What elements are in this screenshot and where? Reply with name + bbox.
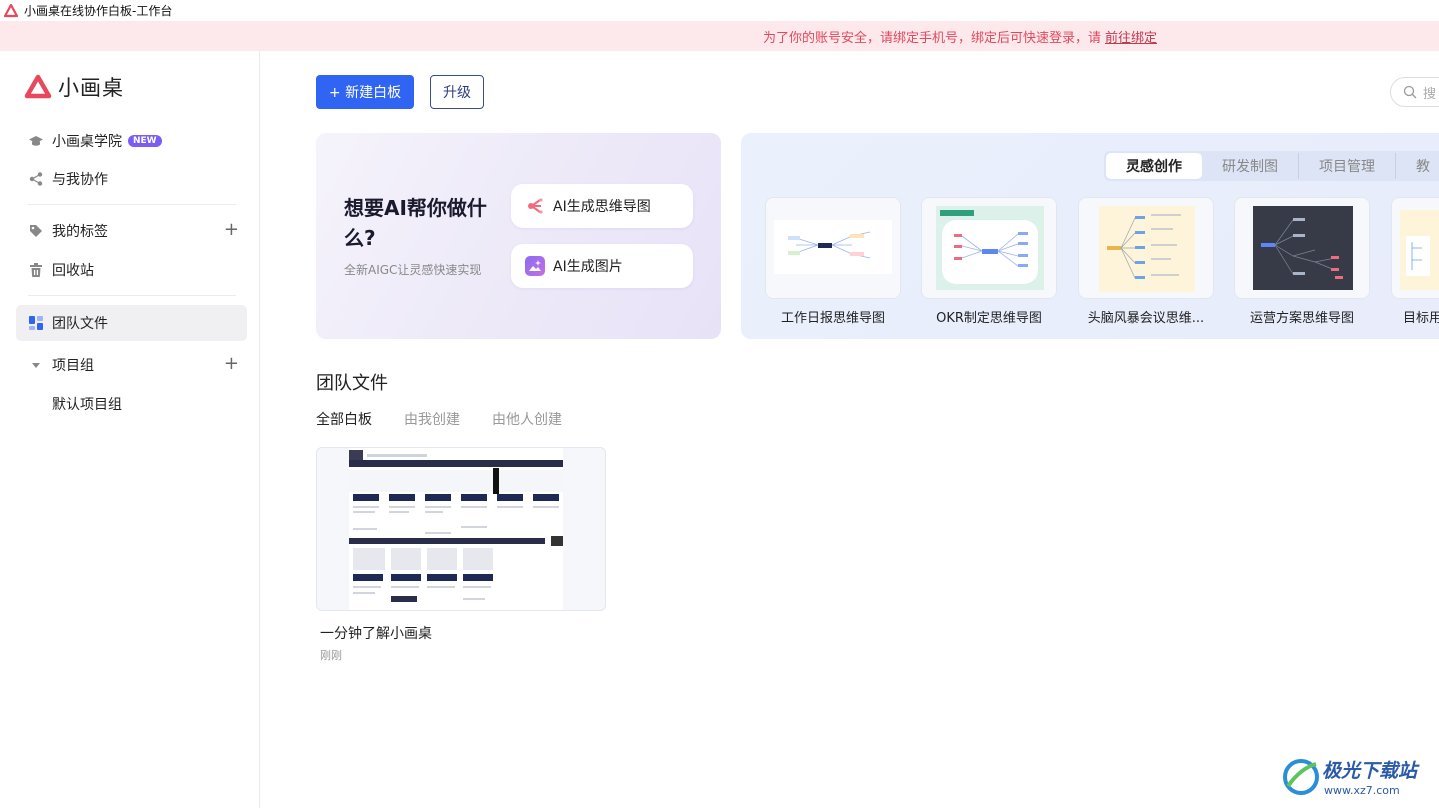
ai-image-label: AI生成图片: [553, 259, 623, 275]
ai-panel: 想要AI帮你做什么? 全新AIGC让灵感快速实现 AI生成思维导图 AI生成图片: [316, 133, 721, 339]
caret-down-icon[interactable]: [28, 357, 44, 373]
team-files-icon: [28, 315, 44, 331]
sidebar-item-default-group[interactable]: 默认项目组: [16, 386, 247, 422]
template-item[interactable]: 头脑风暴会议思维...: [1078, 197, 1214, 326]
tab-rd-diagram[interactable]: 研发制图: [1202, 153, 1299, 179]
ai-title: 想要AI帮你做什么?: [344, 196, 487, 250]
ai-mindmap-label: AI生成思维导图: [553, 199, 651, 215]
sidebar-item-label: 我的标签: [52, 224, 108, 240]
ai-image-icon: [525, 256, 545, 276]
watermark-logo-icon: [1283, 759, 1319, 795]
window-title: 小画桌在线协作白板-工作台: [24, 4, 173, 18]
upgrade-button[interactable]: 升级: [430, 75, 484, 109]
sidebar-item-label: 项目组: [52, 358, 94, 374]
share-icon: [28, 171, 44, 187]
add-tag-button[interactable]: +: [224, 221, 239, 239]
template-name: OKR制定思维导图: [936, 311, 1042, 326]
filter-created-by-others[interactable]: 由他人创建: [492, 409, 562, 429]
sidebar-item-team-files[interactable]: 团队文件: [16, 305, 247, 341]
template-name: 工作日报思维导图: [780, 311, 885, 326]
ai-subtitle: 全新AIGC让灵感快速实现: [344, 263, 482, 277]
brand[interactable]: 小画桌: [24, 72, 124, 102]
ai-mindmap-button[interactable]: AI生成思维导图: [511, 184, 693, 228]
template-tabs: 灵感创作 研发制图 项目管理 教: [1104, 151, 1439, 181]
notice-text: 为了你的账号安全，请绑定手机号，绑定后可快速登录，请: [762, 30, 1101, 46]
template-name: 头脑风暴会议思维...: [1087, 311, 1205, 326]
brand-logo-icon: [24, 74, 52, 99]
filter-all[interactable]: 全部白板: [316, 409, 372, 429]
template-panel: 灵感创作 研发制图 项目管理 教 工作日报思维导图 OKR制定思维导图 头脑风暴…: [741, 133, 1439, 339]
file-card[interactable]: [316, 447, 606, 611]
file-name: 一分钟了解小画桌: [320, 626, 432, 642]
template-thumbnail[interactable]: [765, 197, 901, 299]
sidebar-item-collab[interactable]: 与我协作: [16, 161, 247, 197]
sidebar-item-label: 回收站: [52, 263, 94, 279]
template-item[interactable]: 运营方案思维导图: [1234, 197, 1370, 326]
tab-inspiration[interactable]: 灵感创作: [1106, 153, 1202, 179]
brand-name: 小画桌: [58, 76, 124, 100]
watermark-text: 极光下载站: [1322, 760, 1418, 782]
divider: [28, 204, 236, 205]
security-notice-bar: 为了你的账号安全，请绑定手机号，绑定后可快速登录，请 前往绑定: [0, 21, 1439, 51]
tab-project-management[interactable]: 项目管理: [1299, 153, 1396, 179]
bind-phone-link[interactable]: 前往绑定: [1105, 27, 1157, 46]
new-whiteboard-button[interactable]: + 新建白板: [316, 75, 414, 109]
file-filter-tabs: 全部白板 由我创建 由他人创建: [316, 409, 594, 429]
watermark-url: www.xz7.com: [1324, 784, 1400, 797]
template-item[interactable]: OKR制定思维导图: [921, 197, 1057, 326]
sidebar-item-label: 小画桌学院: [52, 134, 122, 150]
sidebar-item-label: 默认项目组: [52, 397, 122, 413]
filter-created-by-me[interactable]: 由我创建: [404, 409, 460, 429]
template-thumbnail[interactable]: [1391, 197, 1439, 299]
search-input[interactable]: 搜: [1390, 77, 1439, 107]
window-titlebar: 小画桌在线协作白板-工作台: [0, 0, 1439, 21]
sidebar: 小画桌 小画桌学院 NEW 与我协作 我的标签 + 回收站 团队文件 项目组 +…: [0, 51, 260, 808]
tab-education[interactable]: 教: [1396, 153, 1439, 179]
main-content: + 新建白板 升级 搜 想要AI帮你做什么? 全新AIGC让灵感快速实现 AI生…: [260, 51, 1439, 808]
watermark: 极光下载站 www.xz7.com: [1280, 752, 1430, 802]
sidebar-item-trash[interactable]: 回收站: [16, 252, 247, 288]
search-placeholder: 搜: [1423, 86, 1437, 102]
template-thumbnail[interactable]: [1078, 197, 1214, 299]
template-item[interactable]: 工作日报思维导图: [765, 197, 901, 326]
divider: [28, 295, 236, 296]
sidebar-item-label: 与我协作: [52, 172, 108, 188]
sidebar-item-project-group[interactable]: 项目组 +: [16, 347, 247, 383]
file-timestamp: 刚刚: [320, 649, 342, 662]
template-name: 运营方案思维导图: [1249, 311, 1354, 326]
template-thumbnail[interactable]: [1234, 197, 1370, 299]
new-badge: NEW: [128, 135, 162, 147]
template-name: 目标用: [1403, 311, 1439, 326]
tag-icon: [28, 223, 44, 239]
sidebar-item-academy[interactable]: 小画桌学院 NEW: [16, 123, 247, 159]
template-item[interactable]: 目标用: [1391, 197, 1439, 326]
sidebar-item-tags[interactable]: 我的标签 +: [16, 213, 247, 249]
ai-mindmap-icon: [525, 196, 545, 216]
template-thumbnail[interactable]: [921, 197, 1057, 299]
graduation-cap-icon: [28, 133, 44, 149]
file-thumbnail: [349, 448, 563, 610]
app-logo-icon: [4, 3, 18, 17]
section-title: 团队文件: [316, 373, 388, 394]
trash-icon: [28, 262, 44, 278]
add-project-group-button[interactable]: +: [224, 355, 239, 373]
ai-image-button[interactable]: AI生成图片: [511, 244, 693, 288]
search-icon: [1403, 85, 1417, 99]
sidebar-item-label: 团队文件: [52, 316, 108, 332]
